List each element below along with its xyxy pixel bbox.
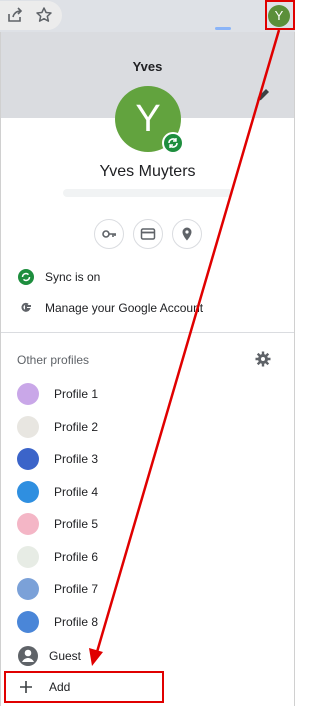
- credit-card-icon: [140, 228, 156, 240]
- profile-item-label: Profile 4: [54, 485, 99, 499]
- payment-methods-button[interactable]: [133, 219, 163, 249]
- profile-item-label: Profile 8: [54, 615, 99, 629]
- passwords-button[interactable]: [94, 219, 124, 249]
- profile-item[interactable]: Profile 4: [1, 477, 294, 507]
- manage-account-item[interactable]: Manage your Google Account: [1, 293, 294, 323]
- key-icon: [102, 230, 116, 238]
- profile-avatar-icon: [17, 546, 39, 568]
- section-divider: [1, 332, 294, 333]
- sync-badge-icon: [162, 132, 184, 154]
- profile-item[interactable]: Profile 6: [1, 542, 294, 572]
- gear-icon[interactable]: [255, 351, 271, 367]
- profile-menu-panel: Yves Y Yves Muyters Sync is on Manage yo…: [0, 32, 295, 706]
- addresses-button[interactable]: [172, 219, 202, 249]
- browser-toolbar: Y: [0, 0, 295, 32]
- sync-status-label: Sync is on: [45, 270, 101, 284]
- profile-short-name: Yves: [132, 59, 163, 74]
- profile-avatar-icon: [17, 611, 39, 633]
- profile-item-label: Profile 3: [54, 452, 99, 466]
- profile-avatar-icon: [17, 416, 39, 438]
- profile-item-label: Profile 1: [54, 387, 99, 401]
- other-profiles-heading: Other profiles: [17, 353, 90, 367]
- star-icon[interactable]: [35, 6, 53, 24]
- pencil-icon[interactable]: [254, 86, 272, 104]
- sync-status-item[interactable]: Sync is on: [1, 262, 294, 292]
- sync-icon: [18, 269, 34, 285]
- guest-profile-item[interactable]: Guest: [1, 641, 294, 671]
- profile-avatar-icon: [17, 383, 39, 405]
- add-highlight-box: [4, 671, 164, 703]
- profile-item-label: Profile 5: [54, 517, 99, 531]
- profile-item[interactable]: Profile 8: [1, 607, 294, 637]
- manage-account-label: Manage your Google Account: [45, 301, 204, 315]
- profile-full-name: Yves Muyters: [99, 163, 196, 180]
- profile-avatar-icon: [17, 481, 39, 503]
- profile-item[interactable]: Profile 5: [1, 509, 294, 539]
- profile-item[interactable]: Profile 1: [1, 379, 294, 409]
- share-icon[interactable]: [6, 6, 24, 24]
- profile-item-label: Profile 7: [54, 582, 99, 596]
- avatar-highlight-box: [265, 0, 295, 30]
- profile-item-label: Profile 2: [54, 420, 99, 434]
- profile-item-label: Profile 6: [54, 550, 99, 564]
- google-g-icon: [21, 302, 31, 312]
- profile-item[interactable]: Profile 7: [1, 574, 294, 604]
- location-pin-icon: [182, 227, 192, 241]
- profile-avatar-icon: [17, 513, 39, 535]
- profile-item[interactable]: Profile 3: [1, 444, 294, 474]
- guest-avatar-icon: [18, 646, 38, 666]
- tab-indicator: [215, 27, 231, 30]
- profile-avatar-icon: [17, 448, 39, 470]
- profile-email-redacted: [63, 189, 233, 197]
- guest-label: Guest: [49, 649, 82, 663]
- profile-item[interactable]: Profile 2: [1, 412, 294, 442]
- profile-avatar-icon: [17, 578, 39, 600]
